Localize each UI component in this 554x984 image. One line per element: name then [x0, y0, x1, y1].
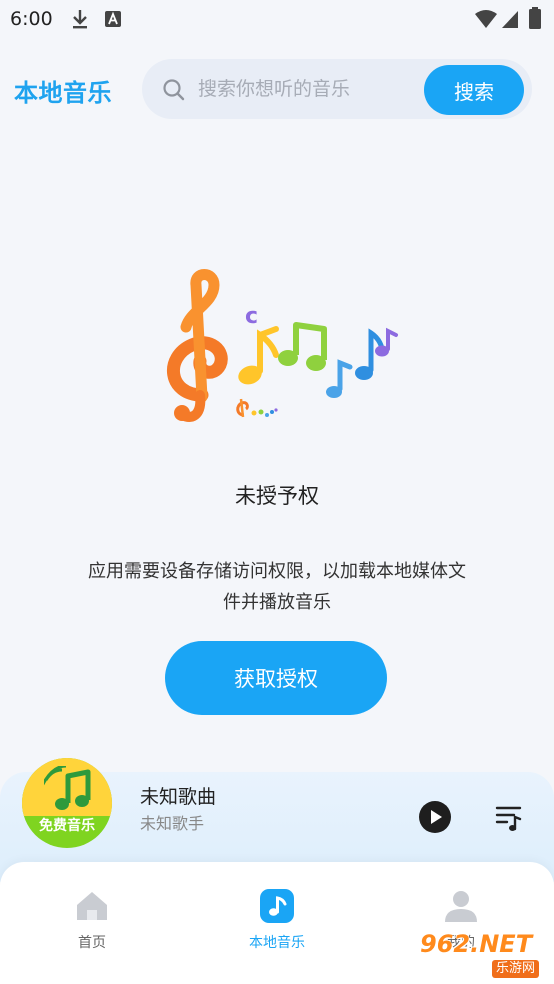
song-artist: 未知歌手 [140, 814, 205, 833]
album-label: 免费音乐 [39, 818, 95, 834]
music-note-icon [260, 889, 294, 923]
album-art[interactable]: 免费音乐 [22, 758, 112, 848]
user-icon [445, 891, 477, 922]
playlist-icon [495, 806, 522, 831]
tab-local-music[interactable]: 本地音乐 [217, 888, 337, 958]
mini-notes-icon [236, 398, 278, 418]
tab-home-label: 首页 [78, 935, 106, 951]
a-notification-icon [105, 11, 121, 27]
wifi-icon [475, 10, 497, 28]
music-notes-illustration: c [166, 269, 398, 422]
watermark-main: 962.NET [420, 930, 533, 958]
watermark-sub: 乐游网 [492, 960, 540, 978]
permission-description: 应用需要设备存储访问权限，以加载本地媒体文件并播放音乐 [88, 561, 466, 613]
song-title: 未知歌曲 [140, 786, 217, 808]
treble-clef-icon [166, 269, 228, 422]
blue-eighth-note-icon [355, 328, 385, 380]
header: 本地音乐 搜索 [0, 56, 554, 120]
signal-icon [502, 11, 518, 28]
playlist-button[interactable] [494, 802, 524, 832]
album-music-note-icon [44, 766, 91, 810]
yellow-note-icon [238, 326, 279, 385]
page-title: 本地音乐 [14, 79, 112, 107]
battery-icon [529, 7, 541, 29]
download-icon [73, 10, 87, 29]
search-icon [163, 79, 185, 101]
grant-permission-button[interactable]: 获取授权 [165, 641, 387, 715]
tab-home[interactable]: 首页 [32, 888, 152, 958]
unauthorized-title: 未授予权 [235, 484, 319, 508]
tab-local-music-label: 本地音乐 [249, 935, 305, 951]
green-note-icon [278, 322, 327, 371]
search-button[interactable]: 搜索 [424, 65, 524, 115]
status-time: 6:00 [10, 8, 53, 30]
search-box[interactable]: 搜索 [142, 59, 532, 119]
letter-c: c [245, 304, 258, 329]
watermark: 962.NET 乐游网 [412, 930, 548, 980]
home-icon [77, 892, 107, 920]
play-button[interactable] [418, 800, 452, 834]
blue-note-icon [326, 359, 353, 398]
status-bar: 6:00 [0, 0, 554, 40]
search-input[interactable] [198, 74, 418, 104]
